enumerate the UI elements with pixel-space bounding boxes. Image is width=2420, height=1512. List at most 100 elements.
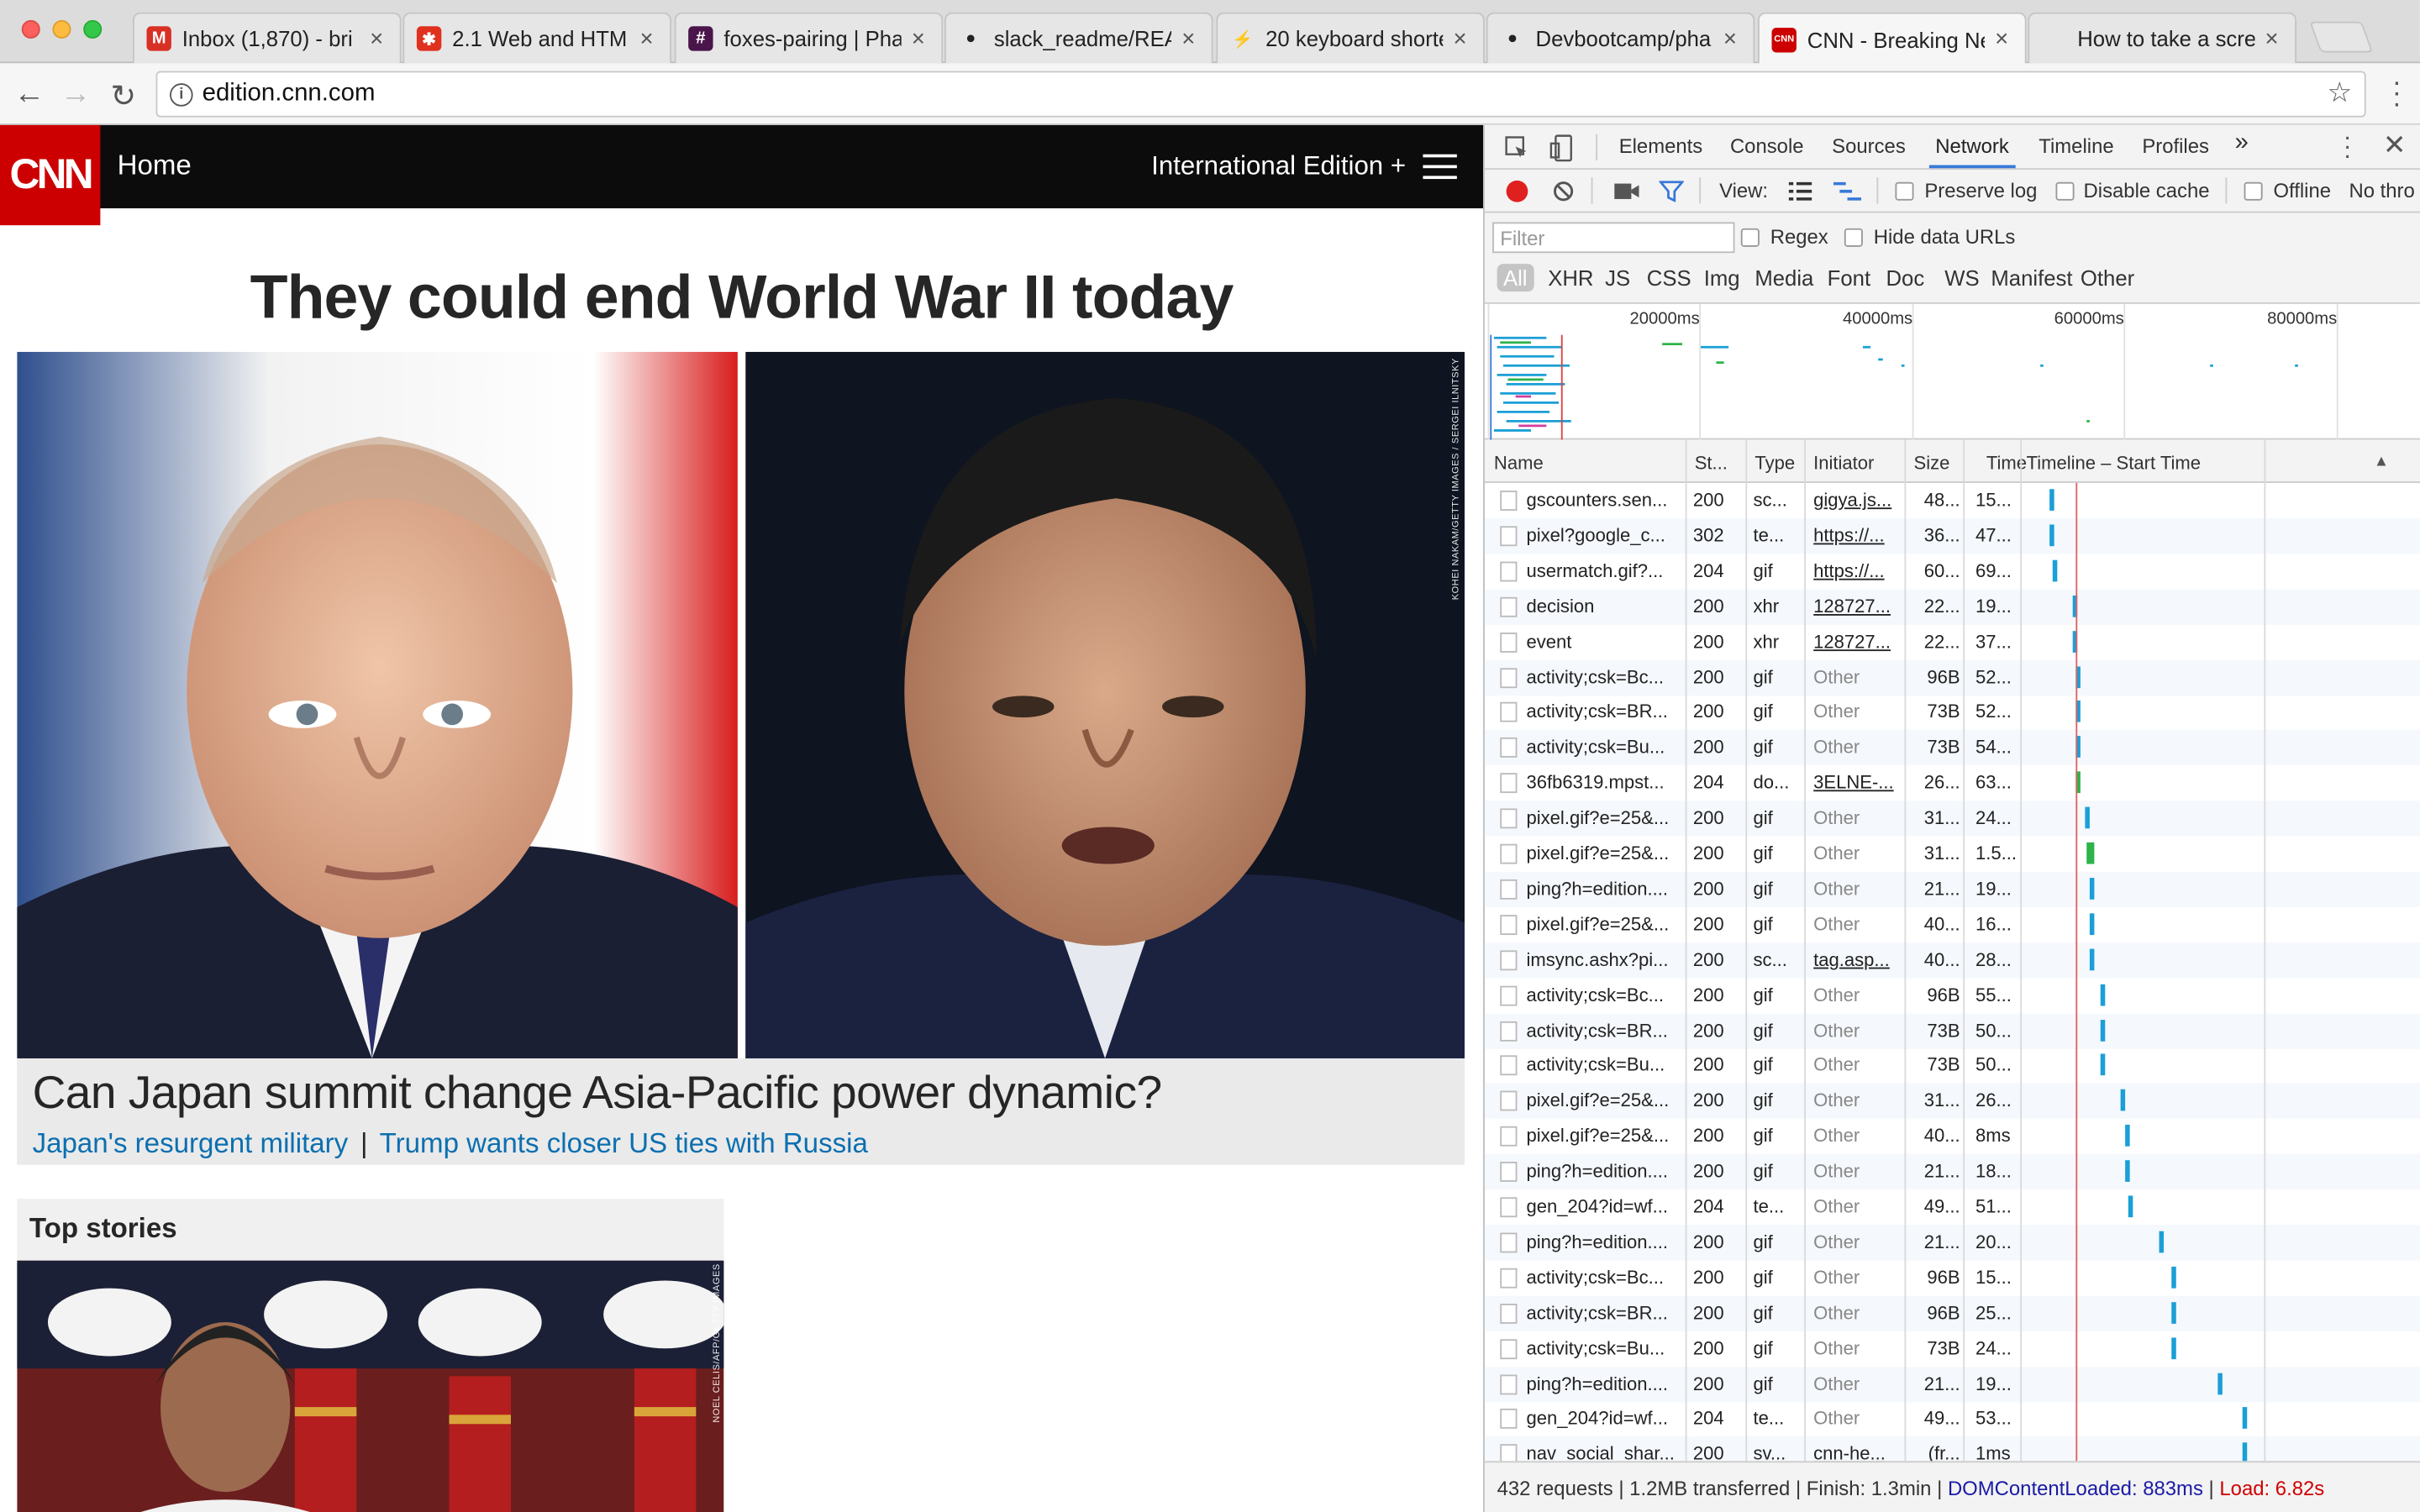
col-name-header[interactable]: Name (1494, 452, 1544, 474)
filter-type-img[interactable]: Img (1704, 265, 1740, 290)
filter-icon[interactable] (1659, 181, 1684, 202)
request-row[interactable]: nav_social_shar... 200 sv... cnn-he... (fr..… (1484, 1436, 2420, 1462)
sort-ascending-icon[interactable]: ▲ (2374, 454, 2389, 470)
close-tab-icon[interactable]: × (2261, 25, 2283, 51)
filter-type-css[interactable]: CSS (1647, 265, 1691, 290)
close-tab-icon[interactable]: × (1177, 25, 1199, 51)
request-row[interactable]: ping?h=edition.... 200 gif Other 21... 19... (1484, 1366, 2420, 1402)
offline-checkbox[interactable] (2244, 181, 2263, 201)
request-row[interactable]: activity;csk=Bc... 200 gif Other 96B 15... (1485, 1260, 2420, 1295)
inspect-element-icon[interactable] (1505, 136, 1529, 160)
request-row[interactable]: activity;csk=BR... 200 gif Other 96B 25... (1484, 1295, 2420, 1331)
tab-timeline[interactable]: Timeline (2039, 134, 2113, 158)
large-rows-icon[interactable] (1788, 181, 1812, 201)
request-row[interactable]: ping?h=edition.... 200 gif Other 21... 20... (1484, 1225, 2420, 1261)
filter-input[interactable]: Filter (1492, 222, 1735, 254)
browser-tab-6[interactable]: CNN CNN - Breaking Ne × (1758, 12, 2027, 66)
waterfall-view-icon[interactable] (1833, 181, 1862, 201)
request-row[interactable]: gscounters.sen... 200 sc... gigya.js... 48..… (1485, 483, 2420, 518)
request-row[interactable]: activity;csk=Bc... 200 gif Other 96B 55... (1485, 978, 2420, 1013)
request-row[interactable]: decision 200 xhr 128727... 22... 19... (1484, 589, 2420, 625)
hero-photo-right[interactable]: KOHEI NAKAM/GETTY IMAGES / SERGEI ILNITS… (745, 351, 1465, 1058)
request-row[interactable]: activity;csk=Bu... 200 gif Other 73B 50... (1485, 1048, 2420, 1084)
reload-button[interactable]: ↻ (107, 77, 140, 116)
request-row[interactable]: activity;csk=BR... 200 gif Other 73B 50... (1484, 1012, 2420, 1049)
close-tab-icon[interactable]: × (908, 25, 929, 51)
request-row[interactable]: ping?h=edition.... 200 gif Other 21... 19... (1484, 871, 2420, 907)
filter-type-doc[interactable]: Doc (1886, 265, 1924, 290)
col-size-header[interactable]: Size (1914, 452, 1950, 474)
clear-icon[interactable] (1553, 181, 1575, 202)
request-row[interactable]: pixel.gif?e=25&... 200 gif Other 40... 16... (1485, 907, 2420, 942)
request-row[interactable]: gen_204?id=wf... 204 te... Other 49... 51... (1485, 1189, 2420, 1225)
capture-screenshots-icon[interactable] (1614, 182, 1639, 201)
hero-photo-left[interactable] (17, 351, 738, 1058)
request-row[interactable]: ping?h=edition.... 200 gif Other 21... 18... (1484, 1154, 2420, 1190)
maximize-window-button[interactable] (83, 19, 103, 39)
request-initiator[interactable]: 128727... (1813, 630, 1903, 652)
record-button[interactable] (1506, 180, 1528, 202)
close-devtools-icon[interactable]: ✕ (2383, 129, 2407, 162)
browser-tab-3[interactable]: ● slack_readme/REA × (944, 12, 1213, 64)
request-initiator[interactable]: 3ELNE-... (1813, 772, 1903, 794)
request-row[interactable]: event 200 xhr 128727... 22... 37... (1485, 624, 2420, 659)
caption-title[interactable]: Can Japan summit change Asia-Pacific pow… (33, 1068, 1163, 1120)
col-status-header[interactable]: St... (1695, 452, 1728, 474)
browser-tab-1[interactable]: ✱ 2.1 Web and HTM × (402, 12, 671, 64)
close-tab-icon[interactable]: × (1719, 25, 1741, 51)
forward-button[interactable]: → (59, 77, 92, 113)
filter-type-js[interactable]: JS (1605, 265, 1630, 290)
request-initiator[interactable]: cnn-he... (1813, 1443, 1903, 1461)
request-row[interactable]: usermatch.gif?... 204 gif https://... 60... 6… (1485, 554, 2420, 589)
close-window-button[interactable] (21, 19, 40, 39)
tab-console[interactable]: Console (1730, 134, 1804, 158)
close-tab-icon[interactable]: × (1991, 26, 2012, 52)
request-initiator[interactable]: gigya.js... (1813, 489, 1903, 511)
request-row[interactable]: pixel.gif?e=25&... 200 gif Other 31... 24... (1484, 801, 2420, 837)
tab-profiles[interactable]: Profiles (2142, 134, 2209, 158)
tab-elements[interactable]: Elements (1619, 134, 1703, 158)
info-icon[interactable]: i (170, 82, 193, 106)
filter-type-manifest[interactable]: Manifest (1991, 265, 2072, 290)
close-tab-icon[interactable]: × (1449, 25, 1471, 51)
new-tab-button[interactable] (2309, 21, 2374, 53)
filter-type-media[interactable]: Media (1754, 265, 1813, 290)
request-row[interactable]: imsync.ashx?pi... 200 sc... tag.asp... 40...… (1484, 942, 2420, 978)
col-initiator-header[interactable]: Initiator (1813, 452, 1874, 474)
browser-tab-5[interactable]: ● Devbootcamp/pha × (1486, 12, 1755, 64)
devtools-menu-icon[interactable]: · · · (2343, 126, 2352, 169)
request-initiator[interactable]: 128727... (1813, 595, 1903, 617)
request-row[interactable]: pixel.gif?e=25&... 200 gif Other 40... 8ms (1485, 1119, 2420, 1154)
request-row[interactable]: activity;csk=Bc... 200 gif Other 96B 52... (1484, 659, 2420, 696)
bookmark-star-icon[interactable]: ☆ (2327, 77, 2352, 110)
hamburger-menu-icon[interactable] (1423, 154, 1457, 187)
browser-tab-2[interactable]: # foxes-pairing | Pha × (674, 12, 944, 64)
browser-tab-4[interactable]: ⚡ 20 keyboard shorte × (1216, 12, 1485, 64)
request-row[interactable]: gen_204?id=wf... 204 te... Other 49... 53... (1485, 1401, 2420, 1436)
tab-network[interactable]: Network (1935, 134, 2009, 158)
request-row[interactable]: 36fb6319.mpst... 204 do... 3ELNE-... 26... 63… (1485, 765, 2420, 801)
minimize-window-button[interactable] (52, 19, 71, 39)
close-tab-icon[interactable]: × (636, 25, 658, 51)
more-tabs-icon[interactable]: » (2235, 129, 2249, 157)
request-row[interactable]: activity;csk=Bu... 200 gif Other 73B 54... (1484, 730, 2420, 766)
cnn-logo[interactable]: CNN (0, 124, 101, 226)
regex-checkbox[interactable] (1740, 228, 1760, 247)
filter-type-font[interactable]: Font (1828, 265, 1870, 290)
request-row[interactable]: pixel.gif?e=25&... 200 gif Other 31... 26... (1484, 1083, 2420, 1120)
col-type-header[interactable]: Type (1754, 452, 1795, 474)
close-tab-icon[interactable]: × (366, 25, 387, 51)
top-story-photo[interactable]: NOEL CELIS/AFP/GETTY IMAGES (17, 1260, 724, 1512)
caption-link-military[interactable]: Japan's resurgent military (33, 1128, 349, 1159)
browser-tab-0[interactable]: M Inbox (1,870) - bri × (132, 12, 402, 64)
preserve-log-checkbox[interactable] (1895, 181, 1914, 201)
col-timeline-header[interactable]: Timeline – Start Time (2027, 452, 2201, 474)
filter-type-all[interactable]: All (1497, 264, 1534, 292)
hide-data-urls-checkbox[interactable] (1844, 228, 1863, 247)
browser-tab-7[interactable]: How to take a scre × (2028, 12, 2297, 64)
browser-menu-icon[interactable]: · · · (2392, 68, 2402, 118)
main-headline[interactable]: They could end World War II today (0, 264, 1483, 333)
address-bar[interactable]: i edition.cnn.com ☆ (155, 71, 2366, 118)
device-toolbar-icon[interactable] (1549, 134, 1574, 162)
tab-sources[interactable]: Sources (1832, 134, 1906, 158)
